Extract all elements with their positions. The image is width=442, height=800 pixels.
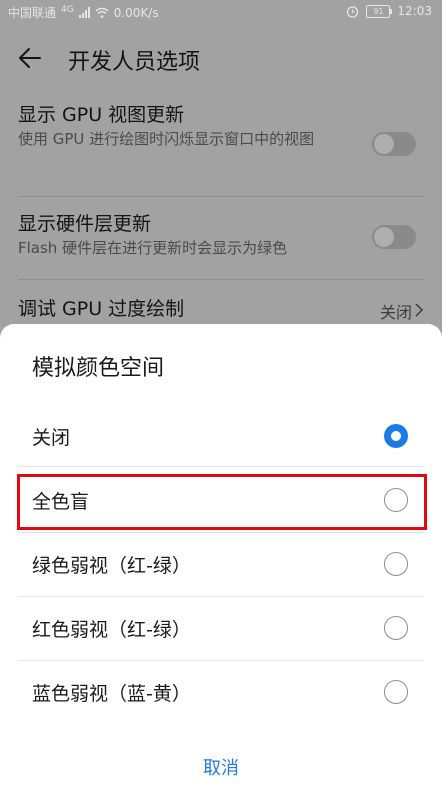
setting-title: 显示 GPU 视图更新 <box>18 104 185 126</box>
radio-unselected-icon[interactable] <box>384 552 408 576</box>
wifi-icon <box>95 7 109 18</box>
highlight-box <box>17 474 427 530</box>
page-title: 开发人员选项 <box>68 50 201 75</box>
carrier-label: 中国联通 <box>8 6 57 20</box>
option-off[interactable]: 关闭 <box>18 406 424 466</box>
chevron-right-icon <box>415 303 424 317</box>
dialog-title: 模拟颜色空间 <box>32 356 165 381</box>
status-bar: 中国联通 4G 0.00K/s 91 12:03 <box>0 0 442 24</box>
cancel-button[interactable]: 取消 <box>0 754 442 780</box>
option-label: 红色弱视（红-绿） <box>32 619 191 641</box>
option-protanomaly[interactable]: 红色弱视（红-绿） <box>18 598 424 658</box>
option-deuteranomaly[interactable]: 绿色弱视（红-绿） <box>18 534 424 594</box>
setting-title: 调试 GPU 过度绘制 <box>18 298 185 320</box>
overdraw-value: 关闭 <box>379 303 412 322</box>
radio-unselected-icon[interactable] <box>384 680 408 704</box>
setting-subtitle: Flash 硬件层在进行更新时会显示为绿色 <box>18 239 288 257</box>
network-type-label: 4G <box>61 4 74 15</box>
color-space-dialog: 模拟颜色空间 关闭 全色盲 绿色弱视（红-绿） 红色弱视（红-绿） 蓝色弱视（蓝… <box>0 324 442 800</box>
divider <box>18 532 424 533</box>
divider <box>18 196 424 197</box>
setting-subtitle: 使用 GPU 进行绘图时闪烁显示窗口中的视图 <box>18 130 315 148</box>
option-label: 蓝色弱视（蓝-黄） <box>32 683 191 705</box>
radio-unselected-icon[interactable] <box>384 616 408 640</box>
hardware-layer-updates-toggle[interactable] <box>372 225 416 249</box>
setting-debug-gpu-overdraw[interactable]: 调试 GPU 过度绘制 <box>18 296 424 322</box>
battery-level-label: 91 <box>373 6 384 16</box>
clock-label: 12:03 <box>397 4 432 18</box>
option-tritanomaly[interactable]: 蓝色弱视（蓝-黄） <box>18 662 424 722</box>
option-label: 关闭 <box>32 427 71 449</box>
app-bar: 开发人员选项 <box>0 24 442 94</box>
gpu-view-updates-toggle[interactable] <box>372 132 416 156</box>
radio-selected-icon[interactable] <box>384 424 408 448</box>
setting-title: 显示硬件层更新 <box>18 213 152 235</box>
alarm-icon <box>347 5 359 18</box>
battery-icon: 91 <box>366 4 393 18</box>
signal-icon <box>78 7 90 18</box>
option-label: 绿色弱视（红-绿） <box>32 555 191 577</box>
divider <box>18 596 424 597</box>
network-speed-label: 0.00K/s <box>113 5 159 20</box>
setting-show-gpu-view-updates[interactable]: 显示 GPU 视图更新 使用 GPU 进行绘图时闪烁显示窗口中的视图 <box>18 102 424 156</box>
setting-show-hardware-layer-updates[interactable]: 显示硬件层更新 Flash 硬件层在进行更新时会显示为绿色 <box>18 211 424 260</box>
back-arrow-icon[interactable] <box>16 44 44 72</box>
divider <box>18 660 424 661</box>
divider <box>18 279 424 280</box>
divider <box>18 466 424 467</box>
